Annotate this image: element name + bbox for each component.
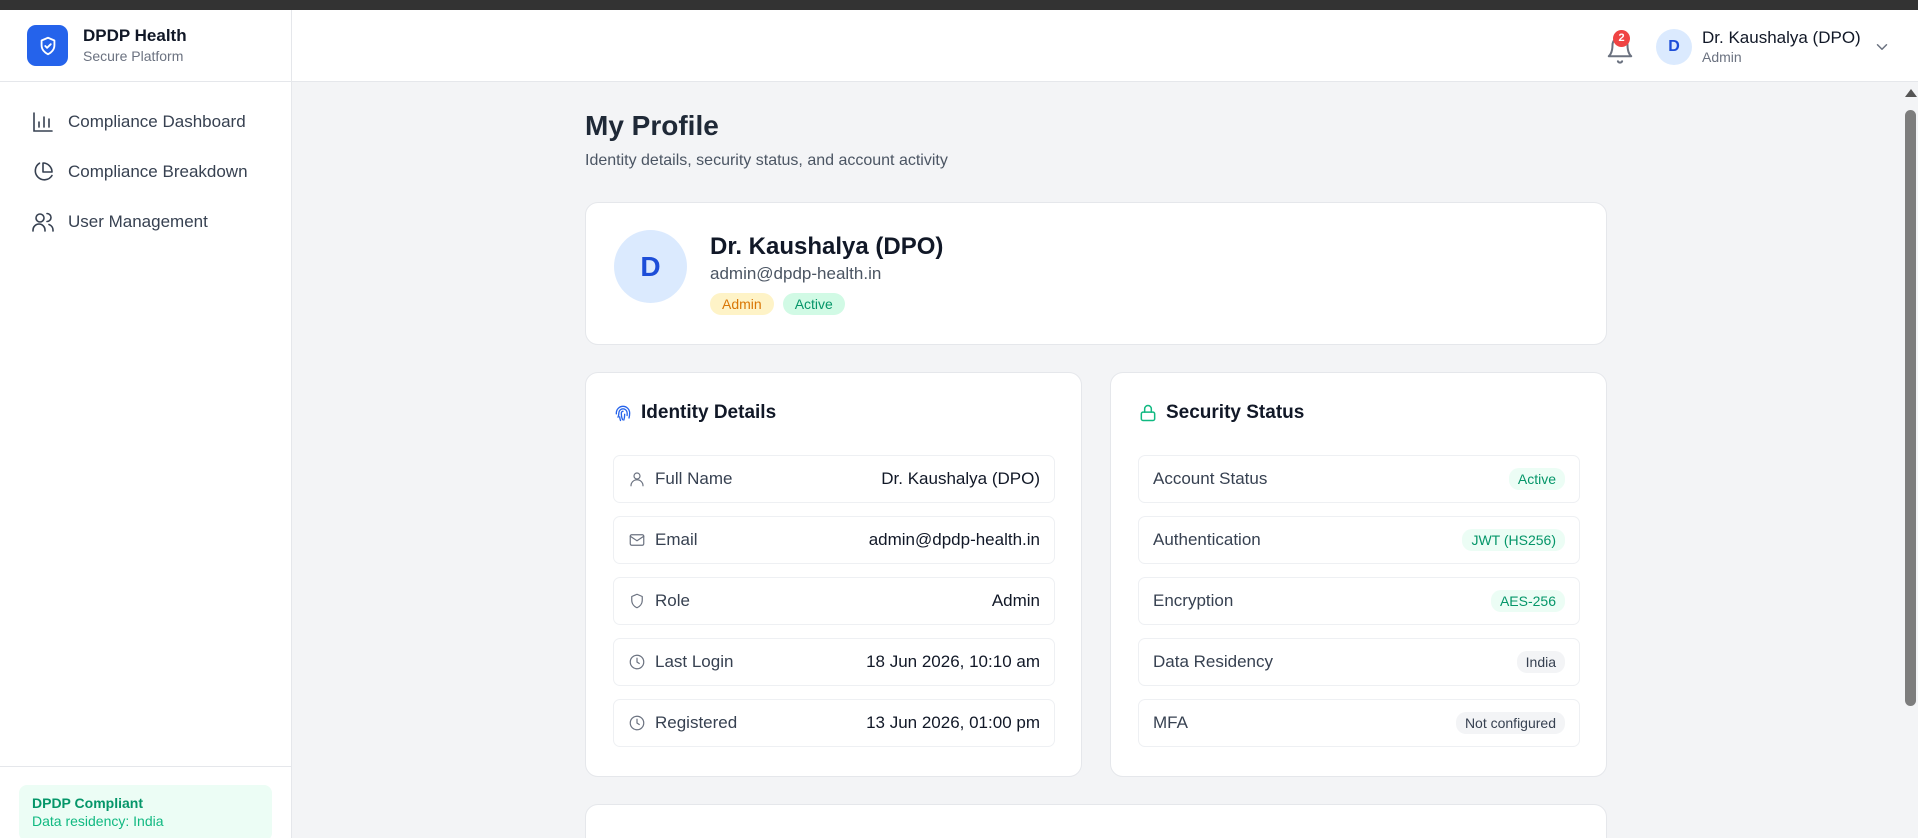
row-label: Registered [655,713,738,732]
window-top-strip [0,0,1918,10]
row-label: Last Login [655,652,734,671]
identity-row-email: Email admin@dpdp-health.in [613,516,1055,564]
bar-chart-icon [33,112,53,132]
shield-check-icon [27,25,68,66]
pie-chart-icon [34,162,53,181]
page-subtitle: Identity details, security status, and a… [585,152,948,169]
encryption-badge: AES-256 [1490,590,1565,612]
row-value: 18 Jun 2026, 10:10 am [866,652,1040,671]
row-label: Encryption [1153,591,1234,610]
security-status-title: Security Status [1166,402,1305,423]
page-scrollbar[interactable] [1902,82,1918,838]
identity-row-full-name: Full Name Dr. Kaushalya (DPO) [613,455,1055,503]
row-label: Data Residency [1153,652,1274,671]
brand-subtitle: Secure Platform [83,48,184,64]
sidebar-item-compliance-breakdown[interactable]: Compliance Breakdown [0,147,291,197]
mail-icon [629,534,645,546]
brand[interactable]: DPDP Health Secure Platform [0,10,291,82]
compliance-status-box: DPDP Compliant Data residency: India [19,785,272,838]
clock-icon [629,715,645,731]
fingerprint-icon [615,405,631,422]
row-label: Account Status [1153,469,1268,488]
mfa-badge: Not configured [1455,712,1565,734]
notification-badge: 2 [1613,30,1630,47]
row-value: admin@dpdp-health.in [868,530,1040,549]
sidebar-footer: DPDP Compliant Data residency: India [0,766,291,838]
sidebar-nav: Compliance Dashboard Compliance Breakdow… [0,82,291,247]
sidebar-item-compliance-dashboard[interactable]: Compliance Dashboard [0,97,291,147]
brand-title: DPDP Health [83,26,187,45]
sidebar-item-user-management[interactable]: User Management [0,197,291,247]
row-label: Email [655,530,698,549]
shield-icon [631,593,643,609]
row-value: Admin [991,591,1040,610]
profile-card: D Dr. Kaushalya (DPO) admin@dpdp-health.… [585,202,1607,345]
user-name: Dr. Kaushalya (DPO) [1702,27,1861,47]
compliance-status-title: DPDP Compliant [32,795,143,811]
avatar: D [1656,29,1692,65]
authentication-badge: JWT (HS256) [1462,529,1565,551]
profile-email: admin@dpdp-health.in [710,264,882,283]
top-header: 2 D Dr. Kaushalya (DPO) Admin [292,10,1918,82]
data-residency-badge: India [1516,651,1565,673]
row-value: Dr. Kaushalya (DPO) [881,469,1040,488]
chevron-down-icon [1876,44,1887,50]
lock-icon [1140,404,1156,422]
sidebar-item-label: User Management [68,212,208,231]
row-value: 13 Jun 2026, 01:00 pm [866,713,1040,732]
user-icon [630,472,644,487]
sidebar-item-label: Compliance Dashboard [68,112,246,131]
identity-row-registered: Registered 13 Jun 2026, 01:00 pm [613,699,1055,747]
sidebar-item-label: Compliance Breakdown [68,162,248,181]
row-label: MFA [1153,713,1188,732]
security-row-data-residency: Data Residency India [1138,638,1580,686]
identity-row-last-login: Last Login 18 Jun 2026, 10:10 am [613,638,1055,686]
row-label: Role [655,591,690,610]
sidebar: DPDP Health Secure Platform Compliance D… [0,10,292,838]
security-row-encryption: Encryption AES-256 [1138,577,1580,625]
security-row-mfa: MFA Not configured [1138,699,1580,747]
user-menu[interactable]: D Dr. Kaushalya (DPO) Admin [1656,26,1891,68]
scroll-up-arrow-icon[interactable] [1905,89,1917,97]
user-role: Admin [1702,48,1742,65]
users-icon [32,212,54,232]
identity-row-role: Role Admin [613,577,1055,625]
page-title: My Profile [585,110,719,141]
security-status-card: Security Status Account Status Active Au… [1110,372,1607,777]
profile-avatar: D [614,230,687,303]
security-row-authentication: Authentication JWT (HS256) [1138,516,1580,564]
scrollbar-thumb[interactable] [1905,110,1916,706]
row-label: Authentication [1153,530,1261,549]
role-badge: Admin [710,293,774,315]
security-row-account-status: Account Status Active [1138,455,1580,503]
data-residency-text: Data residency: India [32,813,164,829]
identity-details-title: Identity Details [641,402,777,423]
identity-details-card: Identity Details Full Name Dr. Kaushalya… [585,372,1082,777]
status-badge: Active [1508,468,1565,490]
status-badge: Active [782,293,845,315]
clock-icon [629,654,645,670]
row-label: Full Name [655,469,733,488]
account-activity-card [585,804,1607,838]
profile-name: Dr. Kaushalya (DPO) [710,233,944,260]
